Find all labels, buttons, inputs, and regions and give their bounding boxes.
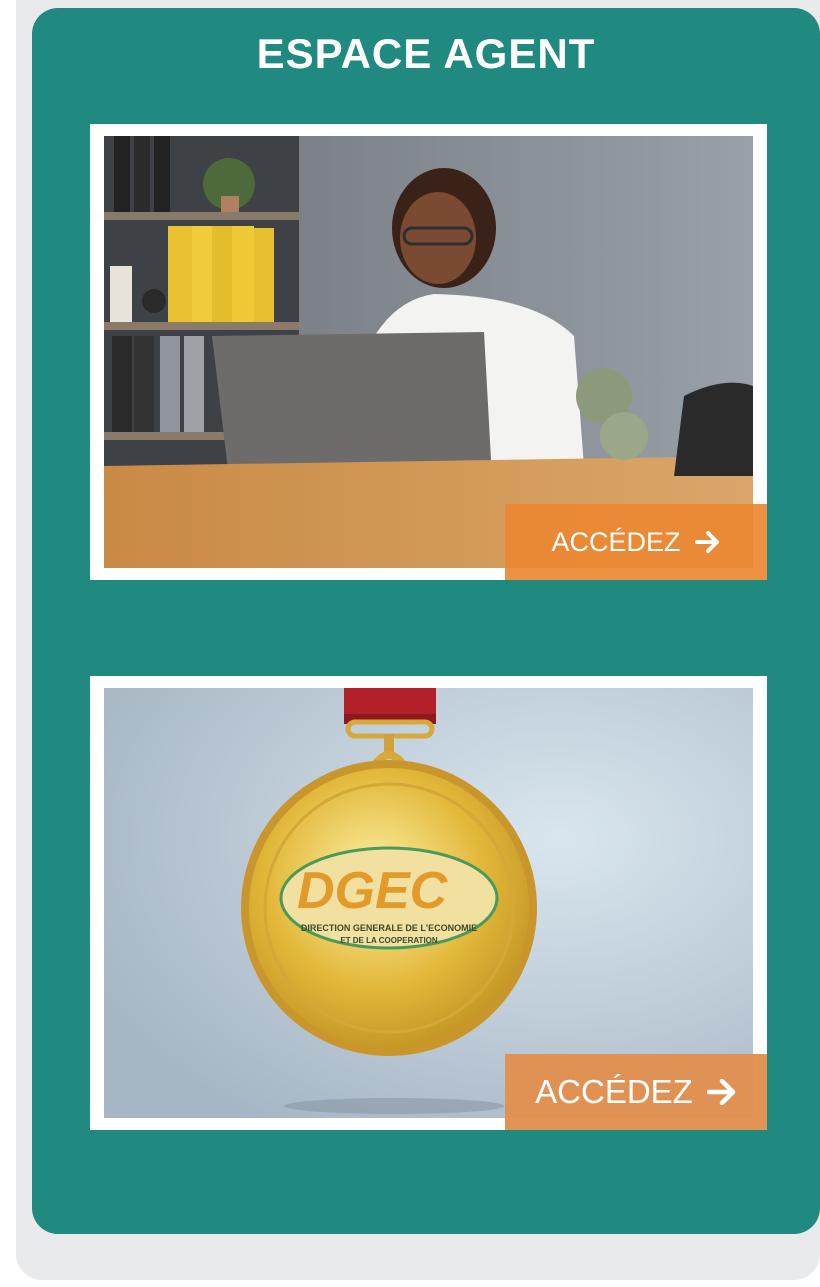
arrow-right-icon bbox=[694, 531, 721, 553]
logo-line-2: ET DE LA COOPERATION bbox=[340, 936, 438, 945]
agent-card-medal[interactable]: DGEC DIRECTION GENERALE DE L'ECONOMIE ET… bbox=[90, 676, 767, 1130]
agent-card-office[interactable]: ACCÉDEZ bbox=[90, 124, 767, 580]
logo-line-1: DIRECTION GENERALE DE L'ECONOMIE bbox=[301, 923, 477, 933]
access-button[interactable]: ACCÉDEZ bbox=[505, 1054, 767, 1130]
arrow-right-icon bbox=[706, 1079, 737, 1105]
access-button-label: ACCÉDEZ bbox=[551, 526, 681, 557]
access-button-label: ACCÉDEZ bbox=[535, 1073, 693, 1110]
logo-letters: DGEC bbox=[297, 862, 449, 920]
access-button[interactable]: ACCÉDEZ bbox=[505, 504, 767, 580]
section-title: ESPACE AGENT bbox=[256, 30, 596, 77]
